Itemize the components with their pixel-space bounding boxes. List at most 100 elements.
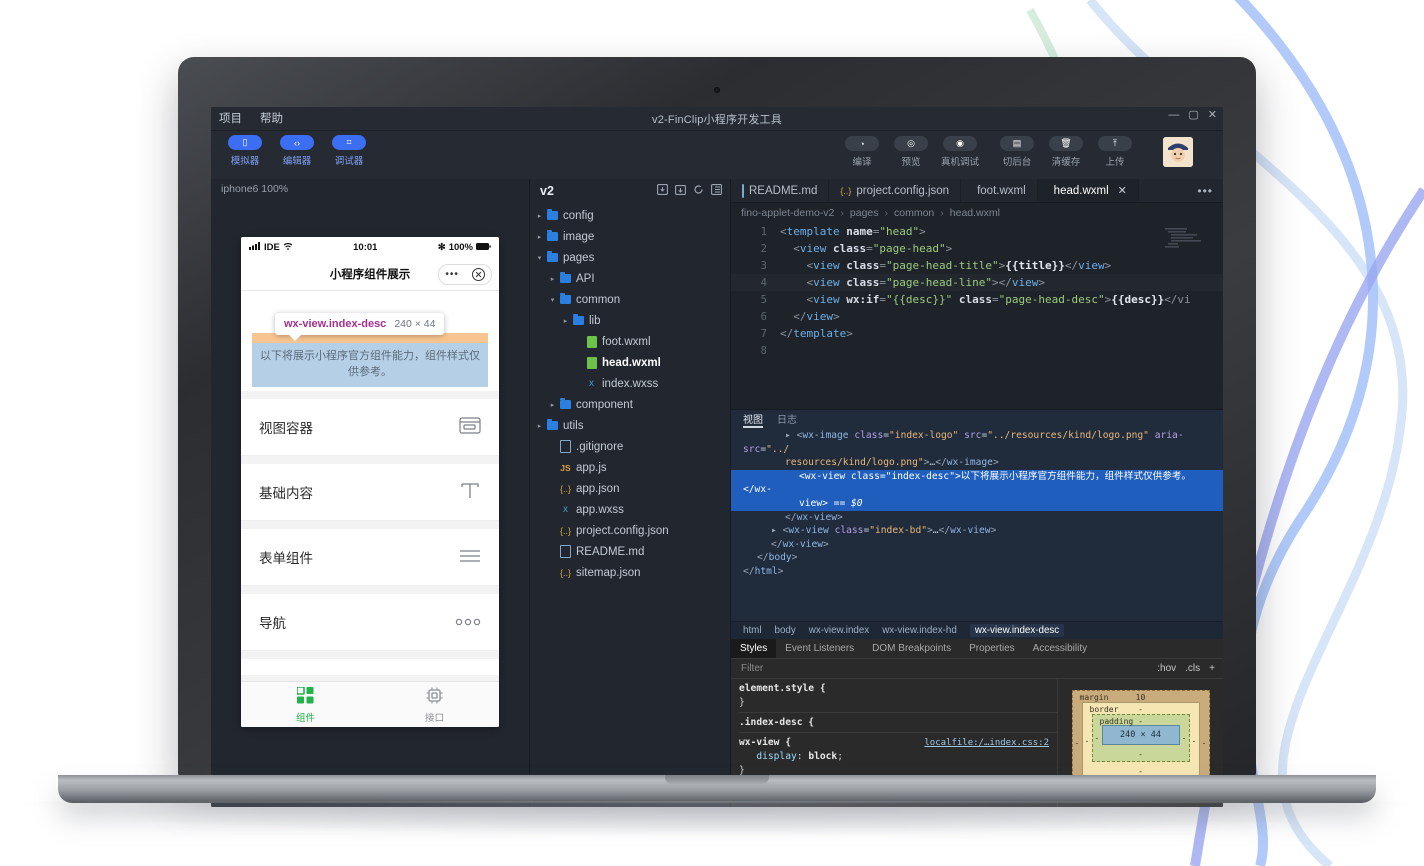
styles-tab-properties[interactable]: Properties: [960, 639, 1024, 658]
editor-tabs-overflow[interactable]: •••: [1187, 179, 1223, 202]
toolbar-button-compile[interactable]: ◔ 编译: [842, 136, 882, 168]
css-rule[interactable]: .index-desc {</span></div><div data-name…: [739, 716, 1057, 733]
disclosure-arrow[interactable]: ▾: [547, 296, 558, 304]
list-item[interactable]: 导航: [241, 594, 499, 651]
phone-tab-components[interactable]: 组件: [241, 682, 370, 727]
toolbar-button-preview[interactable]: ◎ 预览: [891, 136, 931, 168]
list-item[interactable]: 表单组件: [241, 529, 499, 586]
disclosure-arrow[interactable]: ▸: [547, 275, 558, 283]
list-item[interactable]: 视图容器: [241, 399, 499, 456]
add-rule-button[interactable]: +: [1209, 663, 1215, 674]
editor-tab-readme-md[interactable]: README.md: [731, 179, 829, 202]
devtools-tab-view[interactable]: 视图: [743, 411, 763, 428]
tree-item-app-wxss[interactable]: xapp.wxss: [530, 499, 730, 520]
maximize-icon[interactable]: ▢: [1188, 110, 1198, 121]
list-item[interactable]: 基础内容: [241, 464, 499, 521]
dom-node[interactable]: </wx-view>: [743, 511, 1215, 525]
toolbar-button-simulator[interactable]: ▯ 模拟器: [225, 135, 265, 167]
tree-item-app-js[interactable]: JSapp.js: [530, 457, 730, 478]
disclosure-arrow[interactable]: ▸: [547, 401, 558, 409]
styles-tab-dom-breakpoints[interactable]: DOM Breakpoints: [863, 639, 960, 658]
class-button[interactable]: .cls: [1185, 663, 1200, 674]
minimize-icon[interactable]: —: [1168, 110, 1179, 121]
css-rule[interactable]: element.style {}: [739, 682, 1057, 713]
dom-breadcrumb-item[interactable]: body: [775, 625, 796, 636]
tree-item-sitemap-json[interactable]: {..}sitemap.json: [530, 562, 730, 583]
editor-tab-project-config-json[interactable]: {..}project.config.json: [829, 179, 961, 202]
tree-item-project-config-json[interactable]: {..}project.config.json: [530, 520, 730, 541]
dom-node[interactable]: ▸ <wx-view class="index-bd">…</wx-view>: [743, 524, 1215, 538]
toolbar-button-background[interactable]: ▤ 切后台: [997, 136, 1037, 168]
dom-node[interactable]: view> == $0: [731, 497, 1223, 511]
new-file-icon[interactable]: [657, 184, 668, 198]
toolbar-button-editor[interactable]: ‹› 编辑器: [277, 135, 317, 167]
breadcrumb-segment[interactable]: fino-applet-demo-v2: [741, 207, 834, 219]
dom-breadcrumb-item[interactable]: wx-view.index-desc: [970, 624, 1064, 637]
tree-item-api[interactable]: ▸API: [530, 268, 730, 289]
phone-tab-api[interactable]: 接口: [370, 682, 499, 727]
phone-capsule-buttons[interactable]: •••: [438, 264, 492, 285]
refresh-icon[interactable]: [693, 184, 704, 198]
tree-item-readme-md[interactable]: README.md: [530, 541, 730, 562]
tree-item-utils[interactable]: ▸ utils: [530, 415, 730, 436]
styles-tab-accessibility[interactable]: Accessibility: [1024, 639, 1096, 658]
disclosure-arrow[interactable]: ▸: [534, 212, 545, 220]
tree-item-label: utils: [563, 420, 583, 432]
code-editor[interactable]: 1<template name="head">2 <view class="pa…: [731, 223, 1223, 409]
tree-item-lib[interactable]: ▸lib: [530, 310, 730, 331]
tree-item-common[interactable]: ▾common: [530, 289, 730, 310]
tree-item-pages[interactable]: ▾pages: [530, 247, 730, 268]
dom-node[interactable]: </body>: [743, 551, 1215, 565]
dom-breadcrumb-item[interactable]: html: [743, 625, 762, 636]
more-icon[interactable]: •••: [445, 270, 459, 280]
tree-item-app-json[interactable]: {..}app.json: [530, 478, 730, 499]
dom-tree[interactable]: ▸ <wx-image class="index-logo" src="../r…: [731, 428, 1223, 621]
dom-node[interactable]: resources/kind/logo.png">…</wx-image>: [743, 456, 1215, 470]
devtools-tab-log[interactable]: 日志: [777, 411, 797, 428]
tree-item-component[interactable]: ▸component: [530, 394, 730, 415]
css-rule-source[interactable]: localfile:/…index.css:2: [924, 736, 1049, 750]
list-item-partial[interactable]: [241, 659, 499, 675]
dom-node[interactable]: </wx-view>: [743, 538, 1215, 552]
debug-icon: ⌗: [332, 135, 366, 150]
toolbar-button-debugger[interactable]: ⌗ 调试器: [329, 135, 369, 167]
dom-breadcrumb-item[interactable]: wx-view.index-hd: [882, 625, 957, 636]
css-declaration[interactable]: display: block;: [739, 750, 1049, 764]
toolbar-button-device-debug[interactable]: ◉ 真机调试: [940, 136, 980, 168]
disclosure-arrow[interactable]: ▸: [560, 317, 571, 325]
disclosure-arrow[interactable]: ▾: [534, 254, 545, 262]
styles-tab-styles[interactable]: Styles: [731, 639, 776, 658]
tree-item-index-wxss[interactable]: xindex.wxss: [530, 373, 730, 394]
toolbar-button-clear-cache[interactable]: 🗑 清缓存: [1046, 136, 1086, 168]
close-icon[interactable]: ✕: [1208, 110, 1217, 121]
dom-node[interactable]: </html>: [743, 565, 1215, 579]
tree-item--gitignore[interactable]: .gitignore: [530, 436, 730, 457]
styles-tab-event-listeners[interactable]: Event Listeners: [776, 639, 863, 658]
editor-tab-head-wxml[interactable]: head.wxml✕: [1038, 179, 1139, 202]
tree-item-foot-wxml[interactable]: foot.wxml: [530, 331, 730, 352]
hover-state-button[interactable]: :hov: [1157, 663, 1176, 674]
breadcrumb-segment[interactable]: pages: [850, 207, 879, 219]
breadcrumb-segment[interactable]: common: [894, 207, 934, 219]
dom-breadcrumb-item[interactable]: wx-view.index: [809, 625, 869, 636]
dom-node[interactable]: ▸ <wx-image class="index-logo" src="../r…: [743, 429, 1215, 456]
disclosure-arrow[interactable]: ▸: [534, 233, 545, 241]
minimap[interactable]: [1163, 227, 1219, 249]
filter-input[interactable]: Filter: [741, 663, 763, 674]
toolbar-button-upload[interactable]: ⤒ 上传: [1095, 136, 1135, 168]
collapse-icon[interactable]: [711, 184, 722, 198]
phone-simulator[interactable]: IDE 10:01 ✻ 100%: [241, 237, 499, 727]
close-tab-icon[interactable]: ✕: [1118, 184, 1127, 197]
breadcrumb-segment[interactable]: head.wxml: [950, 207, 1000, 219]
disclosure-arrow[interactable]: ▸: [534, 422, 545, 430]
close-circle-icon[interactable]: [472, 268, 485, 281]
dom-node[interactable]: <wx-view class="index-desc">以下将展示小程序官方组件…: [731, 470, 1223, 497]
tree-item-config[interactable]: ▸config: [530, 205, 730, 226]
tree-item-image[interactable]: ▸image: [530, 226, 730, 247]
new-folder-icon[interactable]: [675, 184, 686, 198]
avatar[interactable]: [1163, 137, 1193, 167]
box-model-padding-left: -: [1095, 734, 1100, 743]
tree-item-head-wxml[interactable]: head.wxml: [530, 352, 730, 373]
devtools-tabbar: 视图日志: [731, 410, 1223, 428]
editor-tab-foot-wxml[interactable]: foot.wxml: [961, 179, 1038, 202]
